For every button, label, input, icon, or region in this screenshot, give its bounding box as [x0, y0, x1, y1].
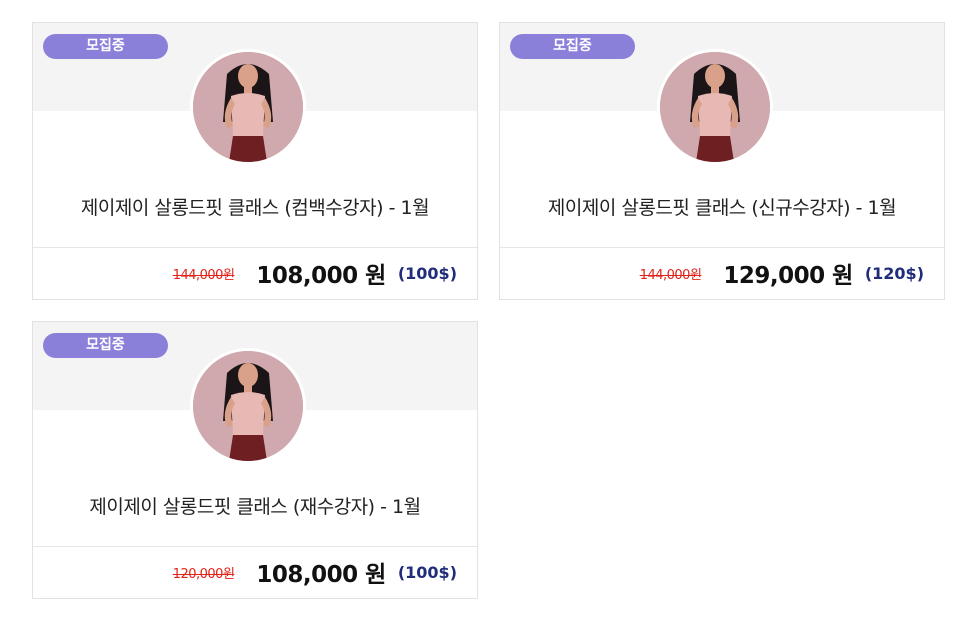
- instructor-avatar: [657, 49, 773, 165]
- price-row: 120,000원 108,000 원 (100$): [173, 555, 457, 589]
- card-divider: [33, 546, 477, 547]
- instructor-avatar: [190, 348, 306, 464]
- class-title: 제이제이 살롱드핏 클래스 (컴백수강자) - 1월: [80, 197, 430, 219]
- price-row: 144,000원 129,000 원 (120$): [640, 256, 924, 290]
- card-divider: [500, 247, 944, 248]
- class-card-comeback[interactable]: 모집중 제이제이 살롱드핏 클래스 (컴백수강자) - 1월 144,000원 …: [32, 22, 478, 300]
- instructor-avatar: [190, 49, 306, 165]
- usd-price: (100$): [397, 562, 457, 582]
- status-badge: 모집중: [510, 34, 635, 59]
- sale-price: 108,000 원: [256, 263, 386, 289]
- class-title: 제이제이 살롱드핏 클래스 (신규수강자) - 1월: [547, 197, 897, 219]
- usd-price: (120$): [864, 263, 924, 283]
- usd-price: (100$): [397, 263, 457, 283]
- class-card-new[interactable]: 모집중 제이제이 살롱드핏 클래스 (신규수강자) - 1월 144,000원 …: [499, 22, 945, 300]
- card-divider: [33, 247, 477, 248]
- original-price: 144,000원: [639, 267, 702, 283]
- original-price: 120,000원: [172, 566, 235, 582]
- status-badge: 모집중: [43, 34, 168, 59]
- sale-price: 129,000 원: [723, 263, 853, 289]
- original-price: 144,000원: [172, 267, 235, 283]
- status-badge: 모집중: [43, 333, 168, 358]
- class-card-repeat[interactable]: 모집중 제이제이 살롱드핏 클래스 (재수강자) - 1월 120,000원 1…: [32, 321, 478, 599]
- sale-price: 108,000 원: [256, 562, 386, 588]
- price-row: 144,000원 108,000 원 (100$): [173, 256, 457, 290]
- class-title: 제이제이 살롱드핏 클래스 (재수강자) - 1월: [89, 496, 421, 518]
